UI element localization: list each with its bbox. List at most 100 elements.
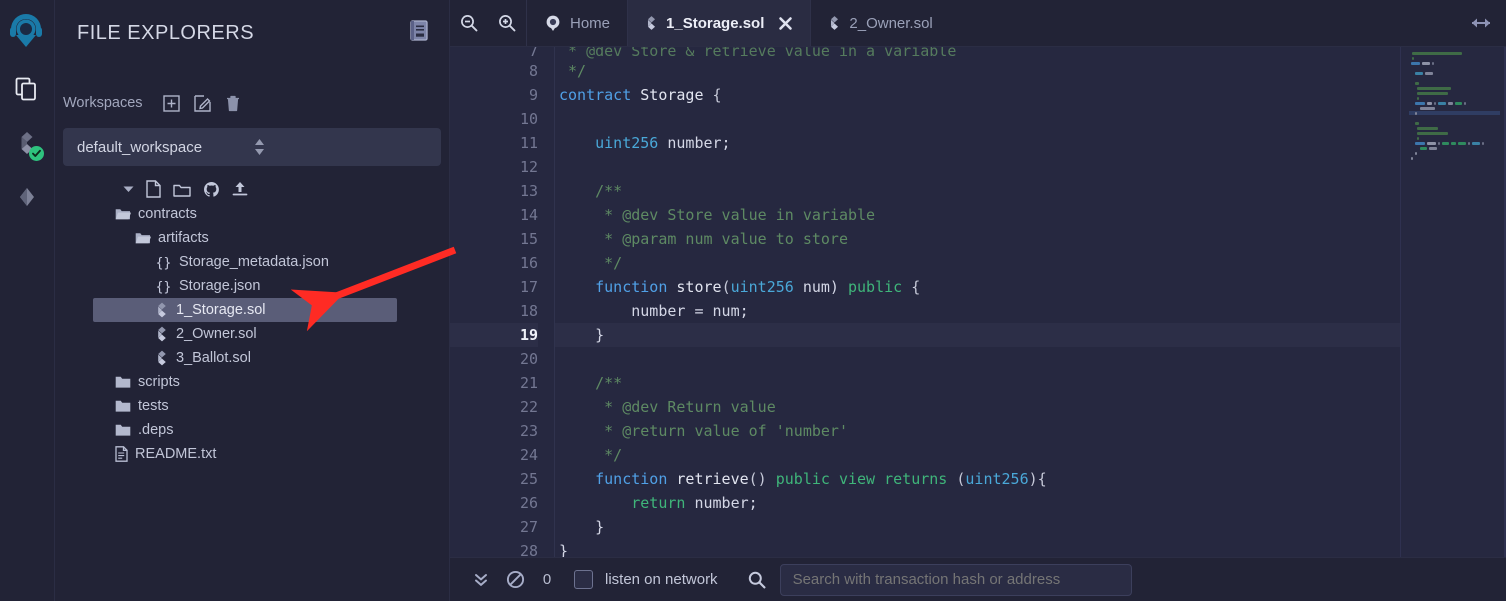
file-tree-item[interactable]: 3_Ballot.sol: [55, 346, 449, 370]
code-editor[interactable]: 7 8 9 10 11 12 13 14 15 16 17 18 19 20 21 22 23 24 25 26 27 2…: [450, 47, 1506, 557]
workspace-select[interactable]: default_workspace: [63, 128, 441, 166]
minimap-line: [1409, 116, 1500, 120]
documentation-book-icon[interactable]: [410, 20, 429, 46]
code-line[interactable]: [555, 347, 1400, 371]
code-line[interactable]: * @dev Return value: [555, 395, 1400, 419]
line-number: 12: [519, 158, 538, 176]
close-icon[interactable]: [778, 16, 793, 31]
code-token: num): [793, 278, 848, 296]
code-line[interactable]: /**: [555, 371, 1400, 395]
delete-workspace-button[interactable]: [225, 95, 241, 112]
transaction-search-input[interactable]: [779, 563, 1132, 596]
folder-icon: [115, 375, 131, 389]
code-line[interactable]: /**: [555, 179, 1400, 203]
clear-console-button[interactable]: [498, 570, 532, 589]
code-line[interactable]: * @return value of 'number': [555, 419, 1400, 443]
minimap-line: [1409, 111, 1500, 115]
code-token: */: [559, 254, 623, 272]
minimap-line: [1409, 126, 1500, 130]
code-token: * @dev Return value: [559, 398, 776, 416]
tab-2-owner-sol[interactable]: 2_Owner.sol: [810, 0, 949, 46]
file-tree-item-label: .deps: [138, 422, 174, 438]
json-braces-icon: {}: [155, 255, 172, 270]
new-folder-button[interactable]: [173, 182, 191, 197]
code-line[interactable]: [555, 155, 1400, 179]
code-token: /**: [559, 374, 623, 392]
code-line[interactable]: */: [555, 59, 1400, 83]
code-line[interactable]: [555, 107, 1400, 131]
code-line[interactable]: number = num;: [555, 299, 1400, 323]
activity-icon-bar: [0, 0, 55, 601]
sidebar-item-file-explorers[interactable]: [0, 62, 55, 116]
file-tree-item[interactable]: 2_Owner.sol: [55, 322, 449, 346]
code-line[interactable]: * @dev Store value in variable: [555, 203, 1400, 227]
file-tree-item[interactable]: README.txt: [55, 442, 449, 466]
file-tree: contracts artifacts {} Storage_metadata.jso…: [55, 176, 449, 466]
file-tree-item[interactable]: contracts: [55, 202, 449, 226]
code-token: * @dev Store value in variable: [559, 206, 876, 224]
code-content[interactable]: * @dev Store & retrieve value in a varia…: [554, 47, 1400, 557]
remix-logo[interactable]: [0, 0, 55, 62]
code-line[interactable]: * @dev Store & retrieve value in a varia…: [555, 47, 1400, 59]
code-line[interactable]: contract Storage {: [555, 83, 1400, 107]
connect-github-button[interactable]: [203, 181, 220, 198]
code-line[interactable]: */: [555, 251, 1400, 275]
new-file-button[interactable]: [146, 180, 161, 198]
zoom-in-button[interactable]: [488, 0, 526, 46]
panel-resize-handle[interactable]: [1466, 0, 1496, 46]
line-number: 8: [528, 62, 538, 80]
sidebar-item-solidity-compiler[interactable]: [0, 116, 55, 170]
code-token: }: [559, 326, 605, 344]
workspace-select-value: default_workspace: [77, 138, 203, 156]
code-line[interactable]: */: [555, 443, 1400, 467]
solidity-icon: [645, 15, 658, 31]
file-tree-item[interactable]: .deps: [55, 418, 449, 442]
line-number: 20: [519, 350, 538, 368]
zoom-out-button[interactable]: [450, 0, 488, 46]
create-workspace-button[interactable]: [162, 94, 180, 112]
ethereum-icon: [20, 188, 34, 206]
file-tree-item[interactable]: tests: [55, 394, 449, 418]
code-line[interactable]: uint256 number;: [555, 131, 1400, 155]
text-file-icon: [115, 446, 128, 462]
minimap-line: [1409, 101, 1500, 105]
terminal-toggle-button[interactable]: [464, 571, 498, 589]
sidebar-item-deploy-run-transactions[interactable]: [0, 170, 55, 224]
code-line[interactable]: return number;: [555, 491, 1400, 515]
code-line[interactable]: }: [555, 323, 1400, 347]
editor-minimap[interactable]: [1400, 47, 1506, 557]
code-line[interactable]: }: [555, 515, 1400, 539]
file-tree-item[interactable]: scripts: [55, 370, 449, 394]
code-line[interactable]: }: [555, 539, 1400, 557]
minimap-line: [1409, 131, 1500, 135]
line-number: 9: [528, 86, 538, 104]
ban-circle-icon: [506, 570, 524, 589]
line-number: 23: [519, 422, 538, 440]
publish-to-gist-button[interactable]: [232, 181, 248, 198]
listen-on-network-checkbox[interactable]: [574, 570, 593, 589]
folder-icon: [115, 423, 131, 437]
file-tree-item[interactable]: {} Storage.json: [55, 274, 449, 298]
code-token: Storage: [640, 86, 704, 104]
tab-label: 1_Storage.sol: [666, 14, 765, 32]
solidity-file-icon: [155, 302, 169, 318]
rename-workspace-button[interactable]: [193, 94, 211, 112]
folder-open-icon: [135, 231, 151, 245]
tab-1-storage-sol[interactable]: 1_Storage.sol: [627, 0, 811, 46]
minimap-line: [1409, 86, 1500, 90]
search-icon[interactable]: [748, 571, 766, 589]
code-line[interactable]: * @param num value to store: [555, 227, 1400, 251]
code-line[interactable]: function store(uint256 num) public {: [555, 275, 1400, 299]
code-line[interactable]: function retrieve() public view returns …: [555, 467, 1400, 491]
tab-home[interactable]: Home: [526, 0, 627, 46]
code-token: * @return value of 'number': [559, 422, 848, 440]
expand-collapse-caret-icon[interactable]: [123, 185, 134, 193]
file-tree-item[interactable]: artifacts: [55, 226, 449, 250]
line-number: 10: [519, 110, 538, 128]
file-tree-item[interactable]: {} Storage_metadata.json: [55, 250, 449, 274]
file-tree-item[interactable]: 1_Storage.sol: [93, 298, 397, 322]
code-token: public: [848, 278, 903, 296]
